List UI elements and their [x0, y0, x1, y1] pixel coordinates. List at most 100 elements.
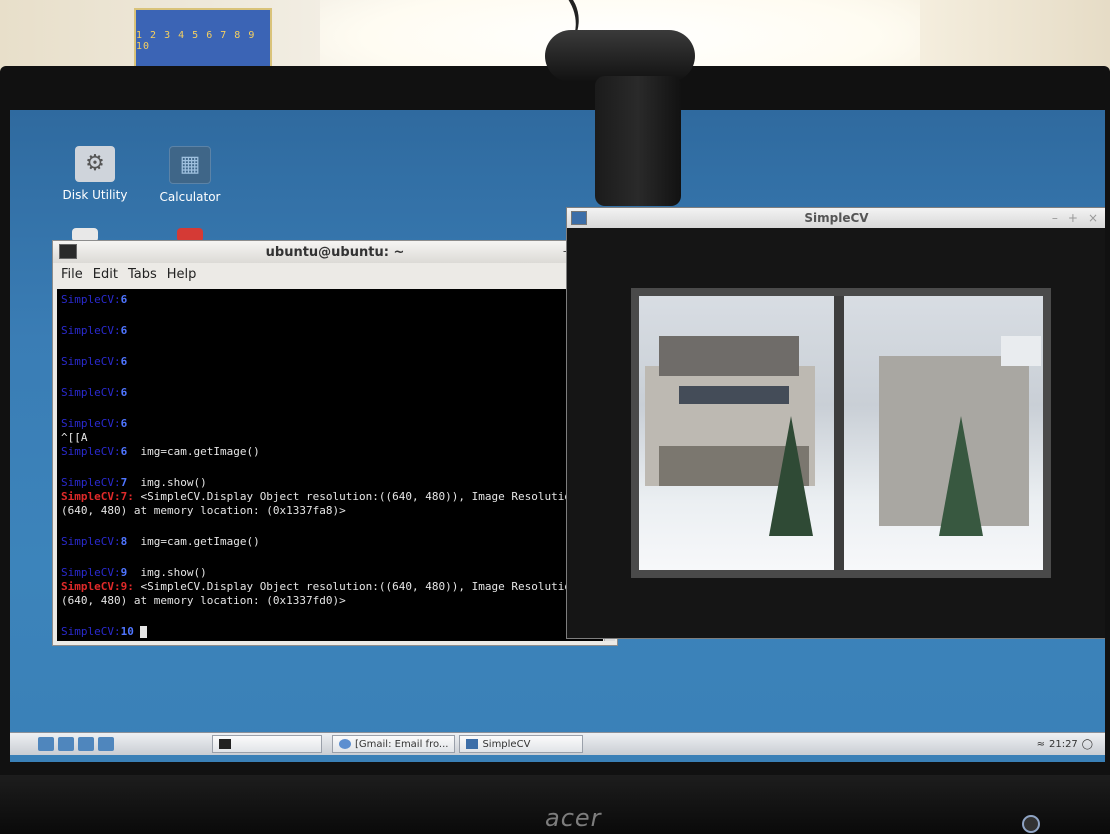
tree-left [769, 416, 813, 536]
browser-icon[interactable] [78, 737, 94, 751]
window-mullion [834, 296, 844, 570]
terminal-line: SimpleCV:6 [61, 324, 599, 338]
menu-launcher-icon[interactable] [38, 737, 54, 751]
maximize-button[interactable]: + [1068, 211, 1078, 225]
simplecv-titlebar[interactable]: SimpleCV – + × [567, 208, 1105, 228]
menu-help[interactable]: Help [167, 267, 197, 282]
terminal-line: (640, 480) at memory location: (0x1337fd… [61, 594, 346, 607]
wall-poster: 1 2 3 4 5 6 7 8 9 10 [134, 8, 272, 74]
terminal-prompt-number: 6 [120, 355, 128, 368]
taskbar-task-simplecv[interactable]: SimpleCV [459, 735, 584, 753]
terminal-line: SimpleCV:6 [61, 386, 599, 400]
taskbar-task-label: [Gmail: Email fro... [355, 738, 449, 750]
taskbar-launchers [10, 737, 208, 751]
terminal-line: SimpleCV:6 [61, 417, 599, 431]
menu-file[interactable]: File [61, 267, 83, 282]
terminal-prompt-number: 6 [120, 324, 128, 337]
terminal-output-prefix: SimpleCV:9: [61, 580, 134, 593]
terminal-prompt: SimpleCV: [61, 324, 121, 337]
desktop-icon-label: Disk Utility [62, 188, 128, 202]
minimize-button[interactable]: – [1052, 211, 1058, 225]
show-desktop-icon[interactable] [98, 737, 114, 751]
terminal-command: img=cam.getImage() [127, 535, 260, 548]
terminal-line: ^[[A [61, 431, 88, 444]
terminal-command: img.show() [127, 566, 207, 579]
terminal-output-text: <SimpleCV.Display Object resolution:((64… [133, 580, 585, 593]
house-left-roof [659, 336, 799, 376]
browser-task-icon [339, 739, 351, 749]
close-button[interactable]: × [1088, 211, 1098, 225]
menu-edit[interactable]: Edit [93, 267, 118, 282]
terminal-line: SimpleCV:9 img.show() [61, 566, 599, 580]
terminal-cursor [140, 626, 148, 638]
taskbar-task-label: SimpleCV [482, 738, 531, 750]
menu-tabs[interactable]: Tabs [128, 267, 157, 282]
terminal-line: SimpleCV:7: <SimpleCV.Display Object res… [61, 490, 599, 504]
terminal-title: ubuntu@ubuntu: ~ [265, 245, 405, 260]
terminal-line: SimpleCV:7 img.show() [61, 476, 599, 490]
disk-utility-icon: ⚙ [75, 146, 115, 182]
terminal-prompt: SimpleCV: [61, 417, 121, 430]
desktop-icon-label: Calculator [159, 190, 221, 204]
terminal-prompt: SimpleCV: [61, 445, 121, 458]
terminal-command: img=cam.getImage() [127, 445, 260, 458]
terminal-prompt: SimpleCV: [61, 355, 121, 368]
wifi-icon[interactable]: ≈ [1037, 739, 1045, 750]
simplecv-title: SimpleCV [804, 211, 869, 225]
webcam-clip [595, 76, 681, 206]
terminal-line: SimpleCV:6 img=cam.getImage() [61, 445, 599, 459]
terminal-prompt: SimpleCV: [61, 566, 121, 579]
clock[interactable]: 21:27 [1049, 739, 1078, 750]
terminal-window[interactable]: ubuntu@ubuntu: ~ – + × File Edit Tabs He… [52, 240, 618, 646]
calculator-icon: ▦ [169, 146, 211, 184]
terminal-line: SimpleCV:8 img=cam.getImage() [61, 535, 599, 549]
terminal-prompt-number: 6 [120, 386, 128, 399]
desktop-icon-disk-utility[interactable]: ⚙ Disk Utility [50, 146, 140, 202]
simplecv-task-icon [466, 739, 479, 749]
terminal-prompt: SimpleCV: [61, 386, 121, 399]
terminal-line: SimpleCV:10 [61, 625, 599, 639]
terminal-prompt-number: 6 [120, 293, 128, 306]
sky-patch [1001, 336, 1041, 366]
terminal-command: img.show() [127, 476, 207, 489]
terminal-prompt: SimpleCV: [61, 293, 121, 306]
file-manager-icon[interactable] [58, 737, 74, 751]
simplecv-window-controls: – + × [1052, 211, 1098, 225]
terminal-output-prefix: SimpleCV:7: [61, 490, 134, 503]
terminal-titlebar[interactable]: ubuntu@ubuntu: ~ – + × [53, 241, 617, 263]
terminal-menubar: File Edit Tabs Help [53, 263, 617, 285]
taskbar-task-terminal[interactable] [212, 735, 322, 753]
system-tray: ≈ 21:27 ◯ [1037, 739, 1105, 750]
webcam [545, 30, 695, 206]
taskbar: [Gmail: Email fro... SimpleCV ≈ 21:27 ◯ [10, 732, 1105, 755]
terminal-line: (640, 480) at memory location: (0x1337fa… [61, 504, 346, 517]
terminal-prompt: SimpleCV: [61, 476, 121, 489]
terminal-line: SimpleCV:9: <SimpleCV.Display Object res… [61, 580, 599, 594]
taskbar-task-gmail[interactable]: [Gmail: Email fro... [332, 735, 456, 753]
terminal-line: SimpleCV:6 [61, 293, 599, 307]
camera-frame-photo [631, 288, 1051, 578]
webcam-head [545, 30, 695, 82]
terminal-output-text: <SimpleCV.Display Object resolution:((64… [133, 490, 585, 503]
terminal-prompt: SimpleCV: [61, 535, 121, 548]
terminal-prompt: SimpleCV: [61, 625, 121, 638]
monitor-power-button[interactable] [1022, 815, 1040, 833]
terminal-prompt-number: 10 [120, 625, 134, 638]
desktop-icon-calculator[interactable]: ▦ Calculator [145, 146, 235, 204]
terminal-output[interactable]: SimpleCV:6 SimpleCV:6 SimpleCV:6 SimpleCV:6… [57, 289, 603, 641]
simplecv-window[interactable]: SimpleCV – + × [566, 207, 1105, 639]
house-left-windows [679, 386, 789, 404]
tree-right [939, 416, 983, 536]
terminal-task-icon [219, 739, 231, 749]
power-icon[interactable]: ◯ [1082, 739, 1093, 750]
monitor-brand-logo: acer [545, 804, 602, 832]
camera-image-view [567, 228, 1105, 638]
